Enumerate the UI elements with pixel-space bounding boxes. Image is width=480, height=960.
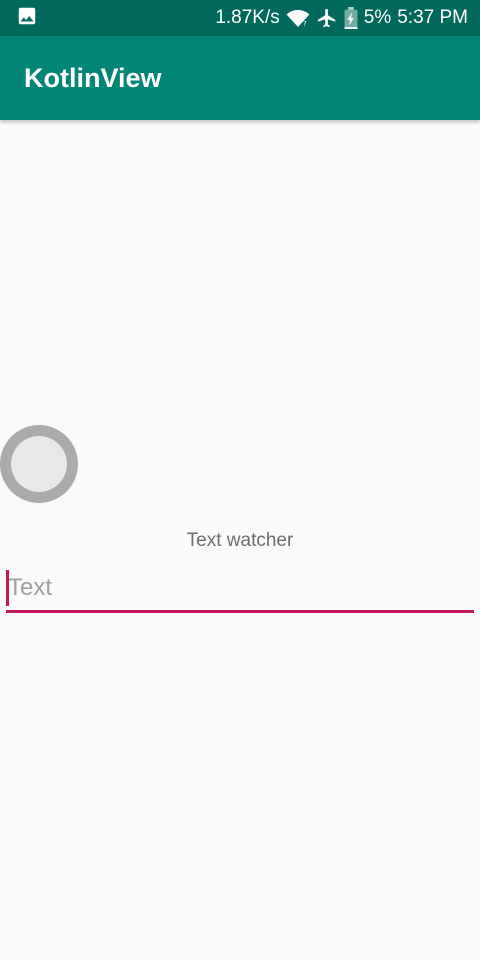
floating-touch-button-inner	[11, 436, 67, 492]
network-speed: 1.87K/s	[215, 7, 280, 28]
status-bar: 1.87K/s ? 5% 5:37 PM	[0, 0, 480, 36]
wifi-icon: ?	[286, 8, 310, 28]
battery-percent: 5%	[363, 7, 392, 28]
text-watcher-label: Text watcher	[186, 530, 294, 551]
clock: 5:37 PM	[397, 7, 468, 28]
main-content: Text watcher	[0, 120, 480, 960]
airplane-mode-icon	[316, 7, 338, 29]
status-right: 1.87K/s ? 5% 5:37 PM	[215, 7, 468, 29]
image-notification-icon	[16, 5, 38, 32]
app-title: KotlinView	[24, 62, 162, 93]
floating-touch-button[interactable]	[0, 425, 78, 503]
svg-text:?: ?	[303, 20, 307, 28]
battery-charging-icon	[344, 7, 358, 29]
app-bar: KotlinView	[0, 36, 480, 120]
text-cursor	[6, 570, 9, 606]
status-left	[16, 5, 38, 32]
text-input[interactable]	[6, 565, 474, 613]
